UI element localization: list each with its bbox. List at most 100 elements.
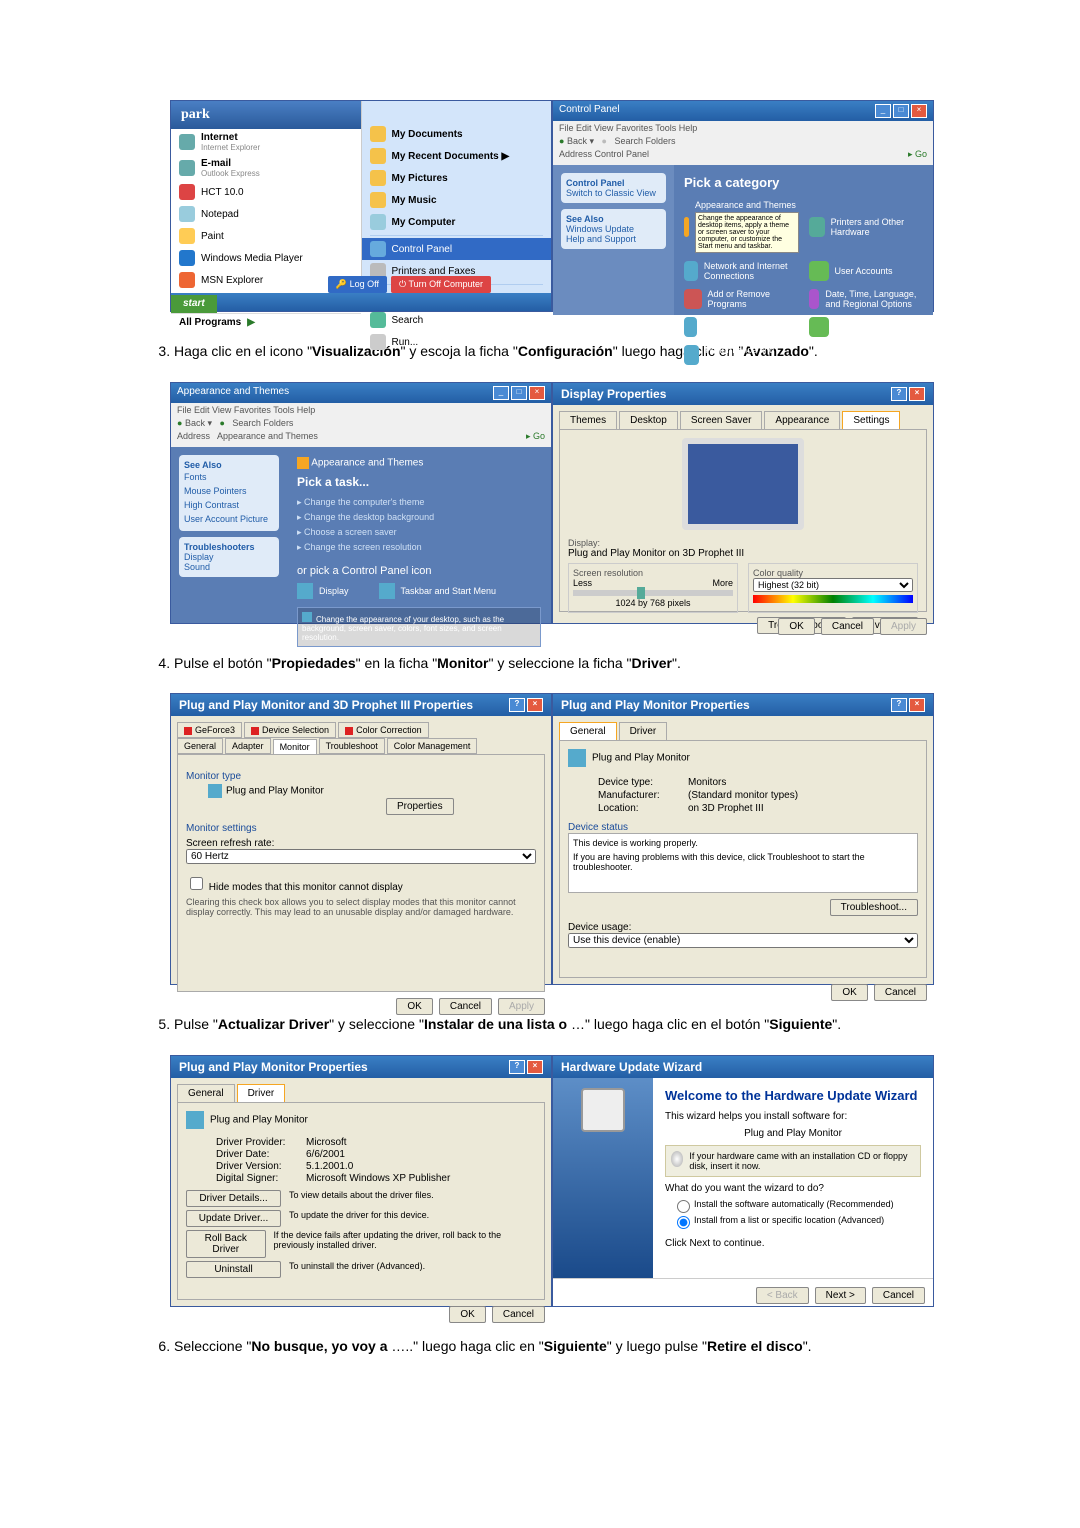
taskbar-icon-link[interactable]: Taskbar and Start Menu [379,583,497,599]
seealso-link[interactable]: Windows Update [566,224,661,234]
sm-item[interactable]: HCT 10.0 [171,181,361,203]
all-programs[interactable]: All Programs ▶ [171,313,361,331]
cat-item[interactable]: Add or Remove Programs [684,289,799,309]
tab-general[interactable]: General [177,1084,235,1102]
close-icon[interactable]: × [911,104,927,118]
tab-driver[interactable]: Driver [237,1084,286,1102]
side-link[interactable]: Mouse Pointers [184,484,274,498]
cat-item[interactable]: User Accounts [809,261,924,281]
side-link[interactable]: Fonts [184,470,274,484]
cancel-button[interactable]: Cancel [874,984,927,1001]
ok-button[interactable]: OK [778,618,814,635]
next-button[interactable]: Next > [815,1287,866,1304]
help-icon[interactable]: ? [891,387,907,401]
tab-themes[interactable]: Themes [559,411,617,429]
tab-general[interactable]: General [559,722,617,740]
subtab[interactable]: General [177,738,223,754]
close-icon[interactable]: × [527,1060,543,1074]
back-button[interactable]: < Back [756,1287,809,1304]
go-icon[interactable]: ▸ Go [908,149,927,160]
device-usage-select[interactable]: Use this device (enable) [568,933,918,948]
cat-item[interactable]: Performance and Maintenance [684,345,799,365]
display-icon-link[interactable]: Display [297,583,349,599]
color-quality-select[interactable]: Highest (32 bit) [753,578,913,592]
help-icon[interactable]: ? [509,698,525,712]
sm-item[interactable]: Notepad [171,203,361,225]
uninstall-button[interactable]: Uninstall [186,1261,281,1278]
radio-auto[interactable]: Install the software automatically (Reco… [677,1198,921,1214]
cat-item[interactable]: Accessibility Options [809,317,924,337]
apply-button[interactable]: Apply [498,998,545,1015]
switch-view-link[interactable]: Switch to Classic View [566,188,661,198]
minimize-icon[interactable]: _ [493,386,509,400]
forward-icon[interactable]: ● [601,136,606,146]
side-link[interactable]: High Contrast [184,498,274,512]
maximize-icon[interactable]: □ [511,386,527,400]
subtab[interactable]: Color Management [387,738,478,754]
sm-item[interactable]: E-mailOutlook Express [171,155,361,181]
ts-link[interactable]: Sound [184,562,274,572]
subtab[interactable]: Adapter [225,738,271,754]
sm-item[interactable]: Search [362,309,552,331]
help-icon[interactable]: ? [509,1060,525,1074]
radio-list[interactable]: Install from a list or specific location… [677,1214,921,1230]
minimize-icon[interactable]: _ [875,104,891,118]
cat-item[interactable]: Printers and Other Hardware [809,200,924,253]
close-icon[interactable]: × [527,698,543,712]
sm-control-panel[interactable]: Control Panel [362,238,552,260]
sm-item[interactable]: My Music [362,189,552,211]
task-link[interactable]: ▸ Change the screen resolution [297,540,541,555]
back-icon[interactable]: ● [177,418,182,428]
sm-item[interactable]: Run... [362,331,552,353]
task-link[interactable]: ▸ Change the computer's theme [297,495,541,510]
sm-item[interactable]: My Recent Documents ▶ [362,145,552,167]
tab-settings[interactable]: Settings [842,411,900,429]
cancel-button[interactable]: Cancel [439,998,492,1015]
help-icon[interactable]: ? [891,698,907,712]
tab-appearance[interactable]: Appearance [764,411,840,429]
logoff-button[interactable]: 🔑 Log Off [328,276,387,293]
seealso-link[interactable]: Help and Support [566,234,661,244]
close-icon[interactable]: × [909,387,925,401]
subtab[interactable]: GeForce3 [177,722,242,738]
driver-details-button[interactable]: Driver Details... [186,1190,281,1207]
hide-modes-checkbox[interactable] [190,877,203,890]
refresh-rate-select[interactable]: 60 Hertz [186,849,536,864]
close-icon[interactable]: × [909,698,925,712]
cat-item[interactable]: Date, Time, Language, and Regional Optio… [809,289,924,309]
cancel-button[interactable]: Cancel [821,618,874,635]
tab-desktop[interactable]: Desktop [619,411,678,429]
apply-button[interactable]: Apply [880,618,927,635]
sm-item[interactable]: My Computer [362,211,552,233]
cancel-button[interactable]: Cancel [872,1287,925,1304]
rollback-driver-button[interactable]: Roll Back Driver [186,1230,266,1258]
update-driver-button[interactable]: Update Driver... [186,1210,281,1227]
maximize-icon[interactable]: □ [893,104,909,118]
sm-item[interactable]: Paint [171,225,361,247]
ok-button[interactable]: OK [449,1306,485,1323]
subtab[interactable]: Troubleshoot [319,738,385,754]
ok-button[interactable]: OK [396,998,432,1015]
subtab[interactable]: Device Selection [244,722,336,738]
sm-item[interactable]: InternetInternet Explorer [171,129,361,155]
ok-button[interactable]: OK [831,984,867,1001]
sm-item[interactable]: Windows Media Player [171,247,361,269]
task-link[interactable]: ▸ Choose a screen saver [297,525,541,540]
subtab-monitor[interactable]: Monitor [273,739,317,755]
tab-screensaver[interactable]: Screen Saver [680,411,763,429]
resolution-slider[interactable] [573,590,733,596]
cancel-button[interactable]: Cancel [492,1306,545,1323]
close-icon[interactable]: × [529,386,545,400]
tab-driver[interactable]: Driver [619,722,668,740]
ts-link[interactable]: Display [184,552,274,562]
cat-item[interactable]: Network and Internet Connections [684,261,799,281]
sm-item[interactable]: My Pictures [362,167,552,189]
sm-item[interactable]: My Documents [362,123,552,145]
back-icon[interactable]: ● [559,136,567,146]
go-icon[interactable]: ▸ Go [526,431,545,442]
side-link[interactable]: User Account Picture [184,512,274,526]
subtab[interactable]: Color Correction [338,722,429,738]
task-link[interactable]: ▸ Change the desktop background [297,510,541,525]
properties-button[interactable]: Properties [386,798,454,815]
cat-item[interactable]: Sounds, Speech, and Audio Devices [684,317,799,337]
